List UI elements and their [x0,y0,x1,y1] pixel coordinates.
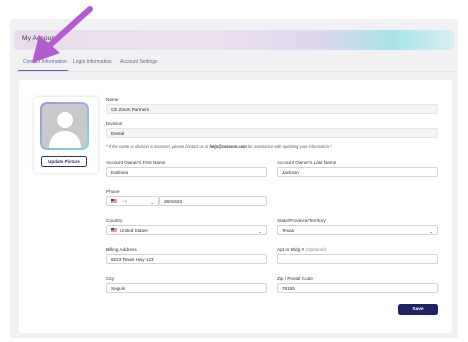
zip-label: Zip / Postal Code [277,276,313,281]
state-value: Texas [282,227,294,233]
city-input[interactable]: Seguin [106,283,267,293]
city-value: Seguin [111,285,126,291]
billing-address-label: Billing Address [106,247,137,252]
division-label: Division [106,121,123,126]
apt-optional-hint: (Optional) [305,247,327,252]
last-name-value: Jackson [282,169,299,175]
support-email-link[interactable]: help@cezoom.com [210,144,247,149]
chevron-down-icon: ⌄ [429,228,433,234]
zip-input[interactable]: 78155 [277,283,438,293]
billing-address-input[interactable]: 6523 Texas Hwy 123 [106,254,267,264]
name-label: Name [106,97,119,102]
tab-account-settings[interactable]: Account Settings [120,59,158,65]
apt-label-text: Apt or Bldg # [277,247,305,252]
tabs-divider [14,71,454,72]
country-label: Country [106,218,123,223]
division-field: Dental [106,128,438,138]
first-name-label: Account Owner's First Name [106,160,166,165]
state-select[interactable]: Texas ⌄ [277,225,438,235]
zip-value: 78155 [282,285,295,291]
person-silhouette-icon [48,111,81,149]
first-name-input[interactable]: Katrinea [106,167,267,177]
avatar [40,102,89,150]
division-value: Dental [111,130,125,136]
active-tab-indicator [18,70,68,71]
update-picture-button[interactable]: Update Picture [41,156,87,167]
chevron-down-icon: ⌄ [258,228,262,234]
name-value: CE Zoom Partners [111,106,150,112]
chevron-down-icon: ⌄ [150,199,154,205]
phone-value: 3601623 [164,198,182,204]
apt-input[interactable] [277,254,438,264]
save-button[interactable]: Save [398,304,438,315]
phone-input[interactable]: 3601623 [159,196,267,206]
phone-country-code: +1 [122,198,128,204]
first-name-value: Katrinea [111,169,129,175]
us-flag-icon [111,199,117,203]
last-name-label: Account Owner's Last Name [277,160,337,165]
country-value: United States [120,227,148,233]
phone-label: Phone [106,189,120,194]
billing-address-value: 6523 Texas Hwy 123 [111,256,154,262]
note-prefix: * If the name or division is incorrect, … [106,144,210,149]
us-flag-icon [111,228,117,232]
name-field: CE Zoom Partners [106,104,438,114]
apt-label: Apt or Bldg # (Optional) [277,247,326,252]
state-label: State/Province/Territory [277,218,326,223]
country-select[interactable]: United States ⌄ [106,225,267,235]
city-label: City [106,276,115,281]
annotation-arrow-icon [32,6,93,63]
last-name-input[interactable]: Jackson [277,167,438,177]
note-suffix: for assistance with updating your inform… [246,144,332,149]
phone-country-select[interactable]: +1 ⌄ [106,196,159,206]
contact-note: * If the name or division is incorrect, … [106,144,332,149]
